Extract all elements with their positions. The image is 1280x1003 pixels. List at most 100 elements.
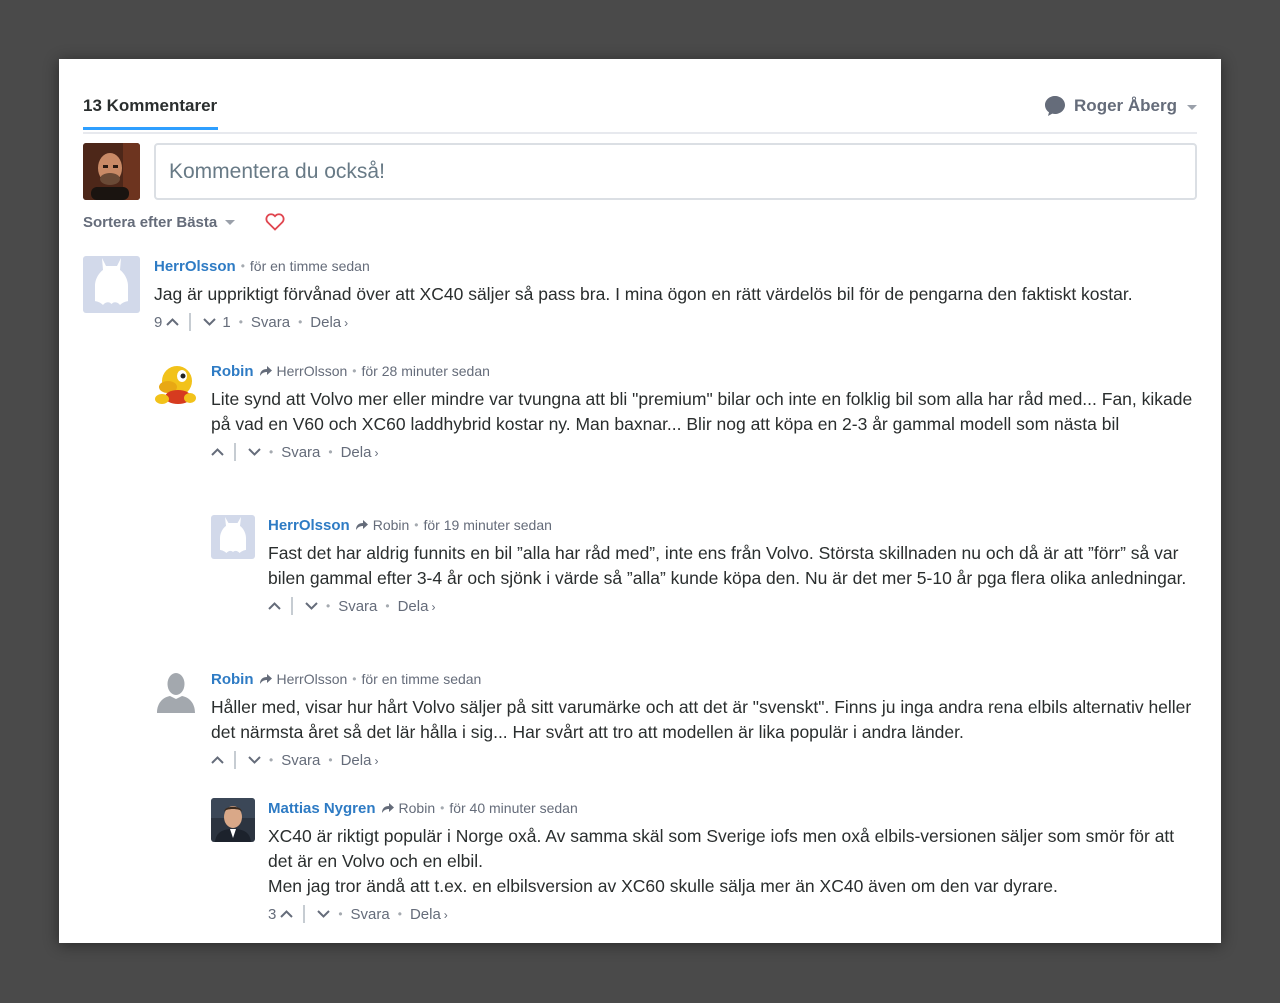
separator-dot: • [269,445,274,459]
in-reply-to[interactable]: Robin [355,517,410,533]
comment-author-link[interactable]: Robin [211,671,254,688]
upvote-icon[interactable] [268,602,281,610]
comment-author-link[interactable]: Mattias Nygren [268,800,376,817]
comment-timestamp[interactable]: för en timme sedan [250,258,370,274]
comment-text: Lite synd att Volvo mer eller mindre var… [211,387,1197,437]
reply-arrow-icon [259,674,272,684]
reply-arrow-icon [355,520,368,530]
default-user-icon [154,669,198,713]
chevron-right-icon: › [431,599,436,614]
comment-input[interactable] [154,143,1197,200]
comment-text: Fast det har aldrig funnits en bil ”alla… [268,541,1197,591]
share-button[interactable]: Dela › [341,752,379,769]
chevron-down-icon [1187,104,1197,110]
comment-count-label: 13 Kommentarer [83,96,218,115]
separator-dot: • [326,599,331,613]
comment-timestamp[interactable]: för en timme sedan [362,671,482,687]
in-reply-to[interactable]: HerrOlsson [259,363,348,379]
comment-author-link[interactable]: HerrOlsson [154,258,236,275]
upvote-icon[interactable] [211,756,224,764]
chevron-right-icon: › [344,315,349,330]
comment-paragraph: Men jag tror ändå att t.ex. en elbilsver… [268,876,1058,896]
share-button[interactable]: Dela › [341,444,379,461]
reply-arrow-icon [259,366,272,376]
in-reply-to[interactable]: Robin [381,800,436,816]
share-label: Dela [340,443,372,461]
comment-actions: • Svara • Dela › [268,594,1197,618]
downvote-icon[interactable] [248,756,261,764]
share-button[interactable]: Dela › [398,598,436,615]
separator-dot: • [269,753,274,767]
upvote-count: 9 [154,313,163,331]
vote-divider [291,597,293,615]
comments-panel: 13 Kommentarer Roger Åberg Kommentera du… [59,59,1221,943]
share-button[interactable]: Dela › [310,314,348,331]
reply-button[interactable]: Svara [251,314,290,331]
sort-bar: Sortera efter Bästa [83,212,285,232]
vote-divider [234,751,236,769]
vote-divider [303,905,306,923]
comment-timestamp[interactable]: för 19 minuter sedan [424,517,552,533]
reply-button[interactable]: Svara [281,752,320,769]
reply-button[interactable]: Svara [338,598,377,615]
in-reply-to[interactable]: HerrOlsson [259,671,347,687]
separator-dot: • [338,907,343,921]
separator-dot: • [238,315,243,329]
separator-dot: • [352,672,357,686]
separator-dot: • [328,753,333,767]
separator-dot: • [414,518,419,532]
comment-count-tab[interactable]: 13 Kommentarer [83,94,219,130]
comment-timestamp[interactable]: för 28 minuter sedan [362,363,490,379]
upvote-icon[interactable] [280,910,294,918]
separator-dot: • [328,445,333,459]
avatar[interactable] [211,798,255,842]
reply-to-name: HerrOlsson [276,363,348,379]
share-label: Dela [409,905,441,923]
comment-author-link[interactable]: Robin [211,363,254,380]
comments-nav: 13 Kommentarer Roger Åberg [83,94,1197,134]
avatar[interactable] [154,669,198,713]
share-button[interactable]: Dela › [410,906,448,923]
comment-text: Jag är uppriktigt förvånad över att XC40… [154,282,1197,307]
downvote-icon[interactable] [317,910,331,918]
comment-paragraph: Håller med, visar hur hårt Volvo säljer … [211,697,1192,742]
separator-dot: • [440,801,445,815]
share-label: Dela [397,597,429,615]
downvote-icon[interactable] [305,602,318,610]
batman-avatar-icon [83,256,140,313]
heart-icon[interactable] [265,213,285,231]
reply-arrow-icon [381,803,394,813]
comment-paragraph: XC40 är riktigt populär i Norge oxå. Av … [268,826,1175,871]
user-menu[interactable]: Roger Åberg [1044,94,1197,118]
vote-divider [189,313,192,331]
vote-divider [234,443,236,461]
reply-button[interactable]: Svara [351,906,390,923]
downvote-icon[interactable] [203,318,217,326]
avatar[interactable] [154,361,198,405]
reply-to-name: Robin [372,517,410,533]
comment-text: Håller med, visar hur hårt Volvo säljer … [211,695,1197,745]
sort-dropdown[interactable]: Sortera efter Bästa [83,214,217,231]
mascot-avatar-icon [154,361,198,405]
batman-avatar-icon [211,515,255,559]
avatar[interactable] [83,143,140,200]
upvote-icon[interactable] [166,318,180,326]
comment-paragraph: Lite synd att Volvo mer eller mindre var… [211,389,1193,434]
comment-timestamp[interactable]: för 40 minuter sedan [449,800,577,816]
downvote-count: 1 [222,313,231,331]
comment-actions: • Svara • Dela › [211,440,1197,464]
downvote-icon[interactable] [248,448,261,456]
comment-actions: 3 • Svara • Dela › [268,902,1197,926]
reply-button[interactable]: Svara [281,444,320,461]
reply-to-name: Robin [398,800,436,816]
user-photo-avatar [83,143,140,200]
comment-author-link[interactable]: HerrOlsson [268,517,350,534]
upvote-icon[interactable] [211,448,224,456]
chat-bubble-icon [1045,96,1066,116]
upvote-count: 3 [268,905,277,923]
avatar[interactable] [83,256,140,313]
chevron-down-icon [225,219,236,225]
avatar[interactable] [211,515,255,559]
user-name: Roger Åberg [1074,96,1177,115]
comment-text: XC40 är riktigt populär i Norge oxå. Av … [268,824,1197,899]
